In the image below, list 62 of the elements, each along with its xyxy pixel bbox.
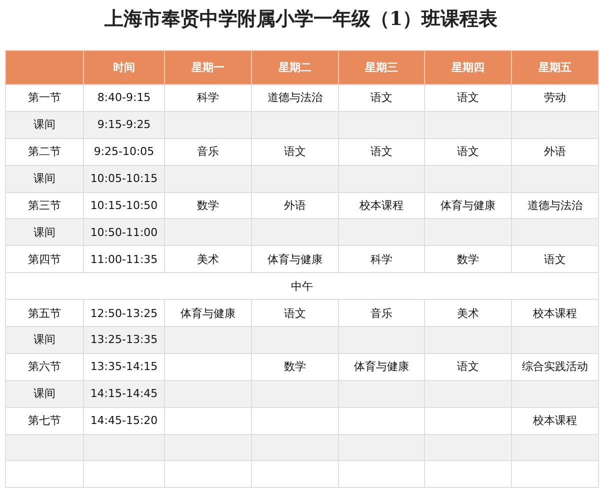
table-cell: 语文 [338, 138, 424, 166]
table-cell: 课间 [6, 218, 84, 246]
table-cell: 校本课程 [512, 407, 598, 434]
header-cell: 星期二 [252, 50, 338, 84]
header-cell: 星期三 [338, 50, 424, 84]
table-cell: 第一节 [6, 84, 84, 112]
table-cell: 第七节 [6, 407, 84, 434]
table-cell: 语文 [252, 300, 338, 327]
table-cell: 外语 [252, 192, 338, 219]
table-cell: 科学 [164, 84, 252, 112]
header-cell: 星期五 [512, 50, 598, 84]
table-cell: 美术 [424, 300, 512, 327]
table-cell: 8:40-9:15 [84, 84, 164, 112]
table-cell: 外语 [512, 138, 598, 166]
table-cell: 数学 [252, 353, 338, 380]
table-cell: 体育与健康 [252, 246, 338, 273]
table-cell: 美术 [164, 246, 252, 273]
header-cell: 时间 [84, 50, 164, 84]
table-cell: 音乐 [164, 138, 252, 166]
table-cell: 课间 [6, 165, 84, 192]
page-title: 上海市奉贤中学附属小学一年级（1）班课程表 [103, 7, 499, 32]
table-cell: 第六节 [6, 353, 84, 380]
table-cell: 语文 [512, 246, 598, 273]
table-cell: 13:35-14:15 [84, 353, 164, 380]
table-cell: 中午 [6, 272, 598, 300]
table-cell: 体育与健康 [338, 353, 424, 380]
table-cell: 语文 [424, 353, 512, 380]
table-cell: 劳动 [512, 84, 598, 112]
table-cell: 语文 [424, 84, 512, 112]
table-cell: 校本课程 [338, 192, 424, 219]
table-cell: 体育与健康 [164, 300, 252, 327]
table-cell: 课间 [6, 111, 84, 138]
header-cell: 星期一 [164, 50, 252, 84]
table-cell: 14:15-14:45 [84, 380, 164, 408]
table-cell: 第四节 [6, 246, 84, 273]
table-cell: 课间 [6, 326, 84, 354]
table-cell: 12:50-13:25 [84, 300, 164, 327]
table-cell: 课间 [6, 380, 84, 408]
table-cell: 9:25-10:05 [84, 138, 164, 166]
table-cell: 9:15-9:25 [84, 111, 164, 138]
table-cell: 14:45-15:20 [84, 407, 164, 434]
header-cell: 星期四 [424, 50, 512, 84]
table-cell: 11:00-11:35 [84, 246, 164, 273]
table-cell: 10:15-10:50 [84, 192, 164, 219]
table-cell: 第五节 [6, 300, 84, 327]
table-cell: 第三节 [6, 192, 84, 219]
table-cell: 语文 [252, 138, 338, 166]
table-cell: 10:50-11:00 [84, 218, 164, 246]
table-cell: 数学 [164, 192, 252, 219]
table-cell: 数学 [424, 246, 512, 273]
table-cell: 体育与健康 [424, 192, 512, 219]
table-cell: 校本课程 [512, 300, 598, 327]
table-cell: 道德与法治 [252, 84, 338, 112]
table-cell: 科学 [338, 246, 424, 273]
table-cell: 10:05-10:15 [84, 165, 164, 192]
table-cell: 道德与法治 [512, 192, 598, 219]
table-cell: 第二节 [6, 138, 84, 166]
table-cell: 语文 [424, 138, 512, 166]
table-cell: 语文 [338, 84, 424, 112]
table-cell: 音乐 [338, 300, 424, 327]
table-cell: 13:25-13:35 [84, 326, 164, 354]
table-cell: 综合实践活动 [512, 353, 598, 380]
